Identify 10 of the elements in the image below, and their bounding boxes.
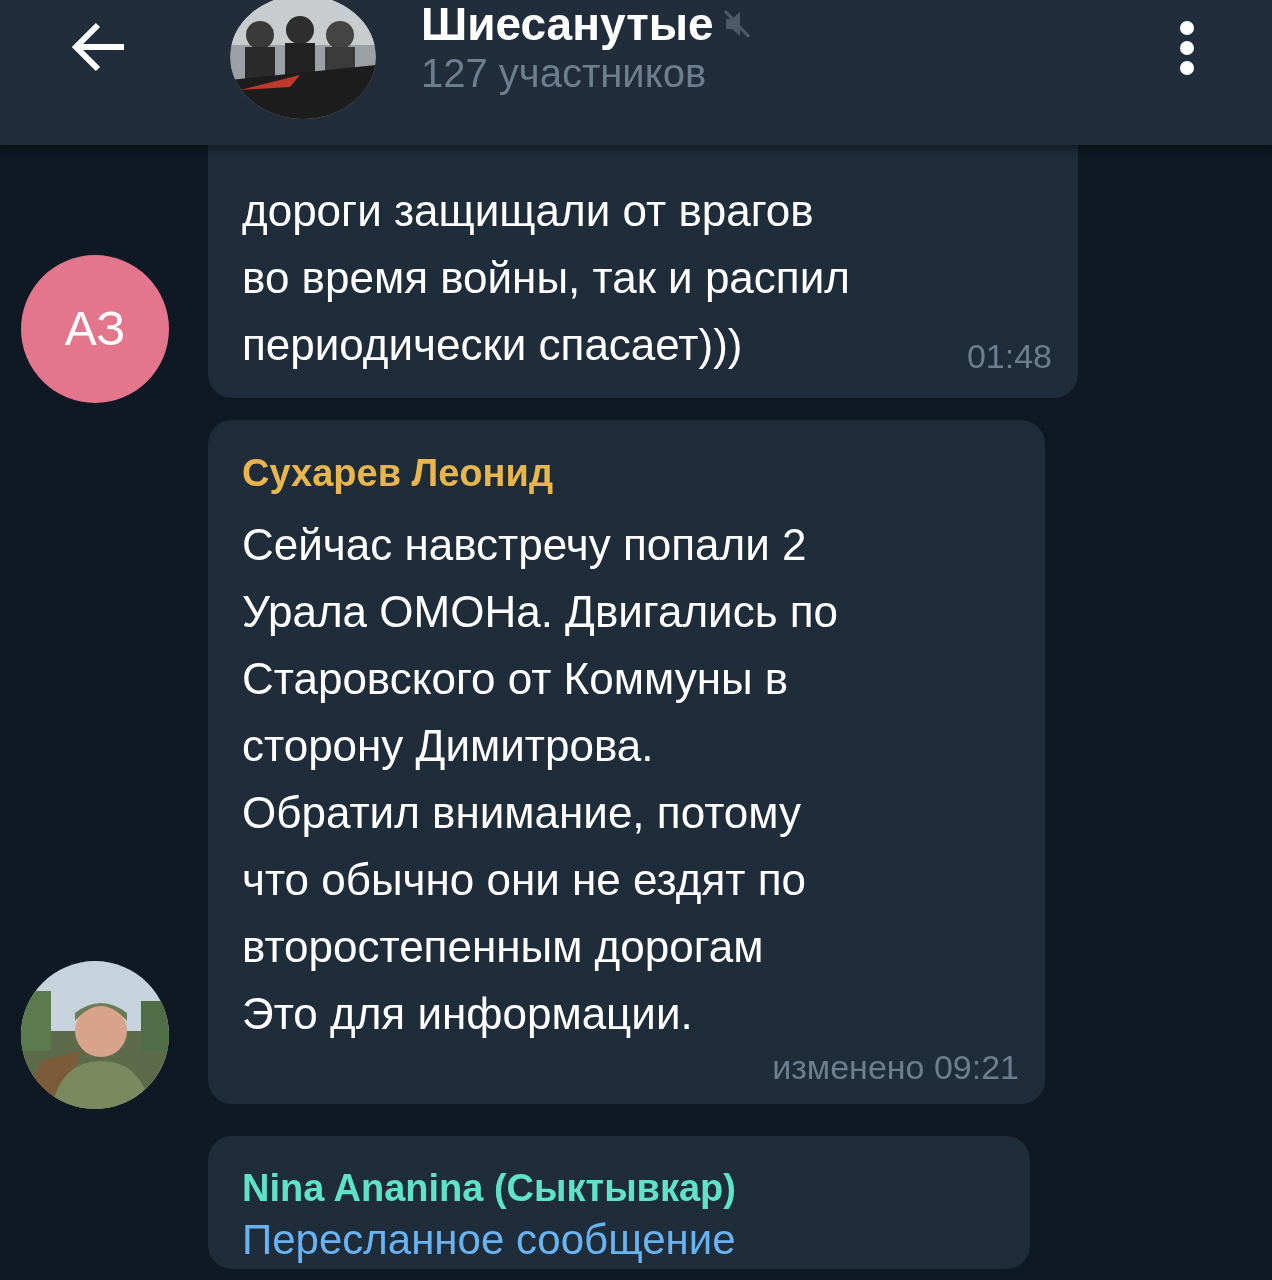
message-text: Сейчас навстречу попали 2 Урала ОМОНа. Двигались по Старовского от Коммуны в сторону Димитрова. Обратил внимание, потому что обычно они не ездят по второстепенным дорогам Это для информации. bbox=[242, 519, 840, 1040]
member-count: 127 участников bbox=[421, 50, 708, 97]
forwarded-label: Пересланное сообщение bbox=[242, 1215, 737, 1265]
message-time: 01:48 bbox=[966, 336, 1052, 376]
sender-name[interactable]: Nina Ananina (Сыктывкар) bbox=[242, 1163, 1004, 1213]
sender-name[interactable]: Сухарев Леонид bbox=[242, 448, 1019, 498]
message-time: изменено 09:21 bbox=[772, 1047, 1019, 1087]
chat-title: Шиесанутые bbox=[421, 0, 714, 52]
back-arrow-icon[interactable] bbox=[70, 22, 126, 72]
message-text: дороги защищали от врагов во время войны, так и распил периодически спасает))) bbox=[242, 185, 850, 371]
